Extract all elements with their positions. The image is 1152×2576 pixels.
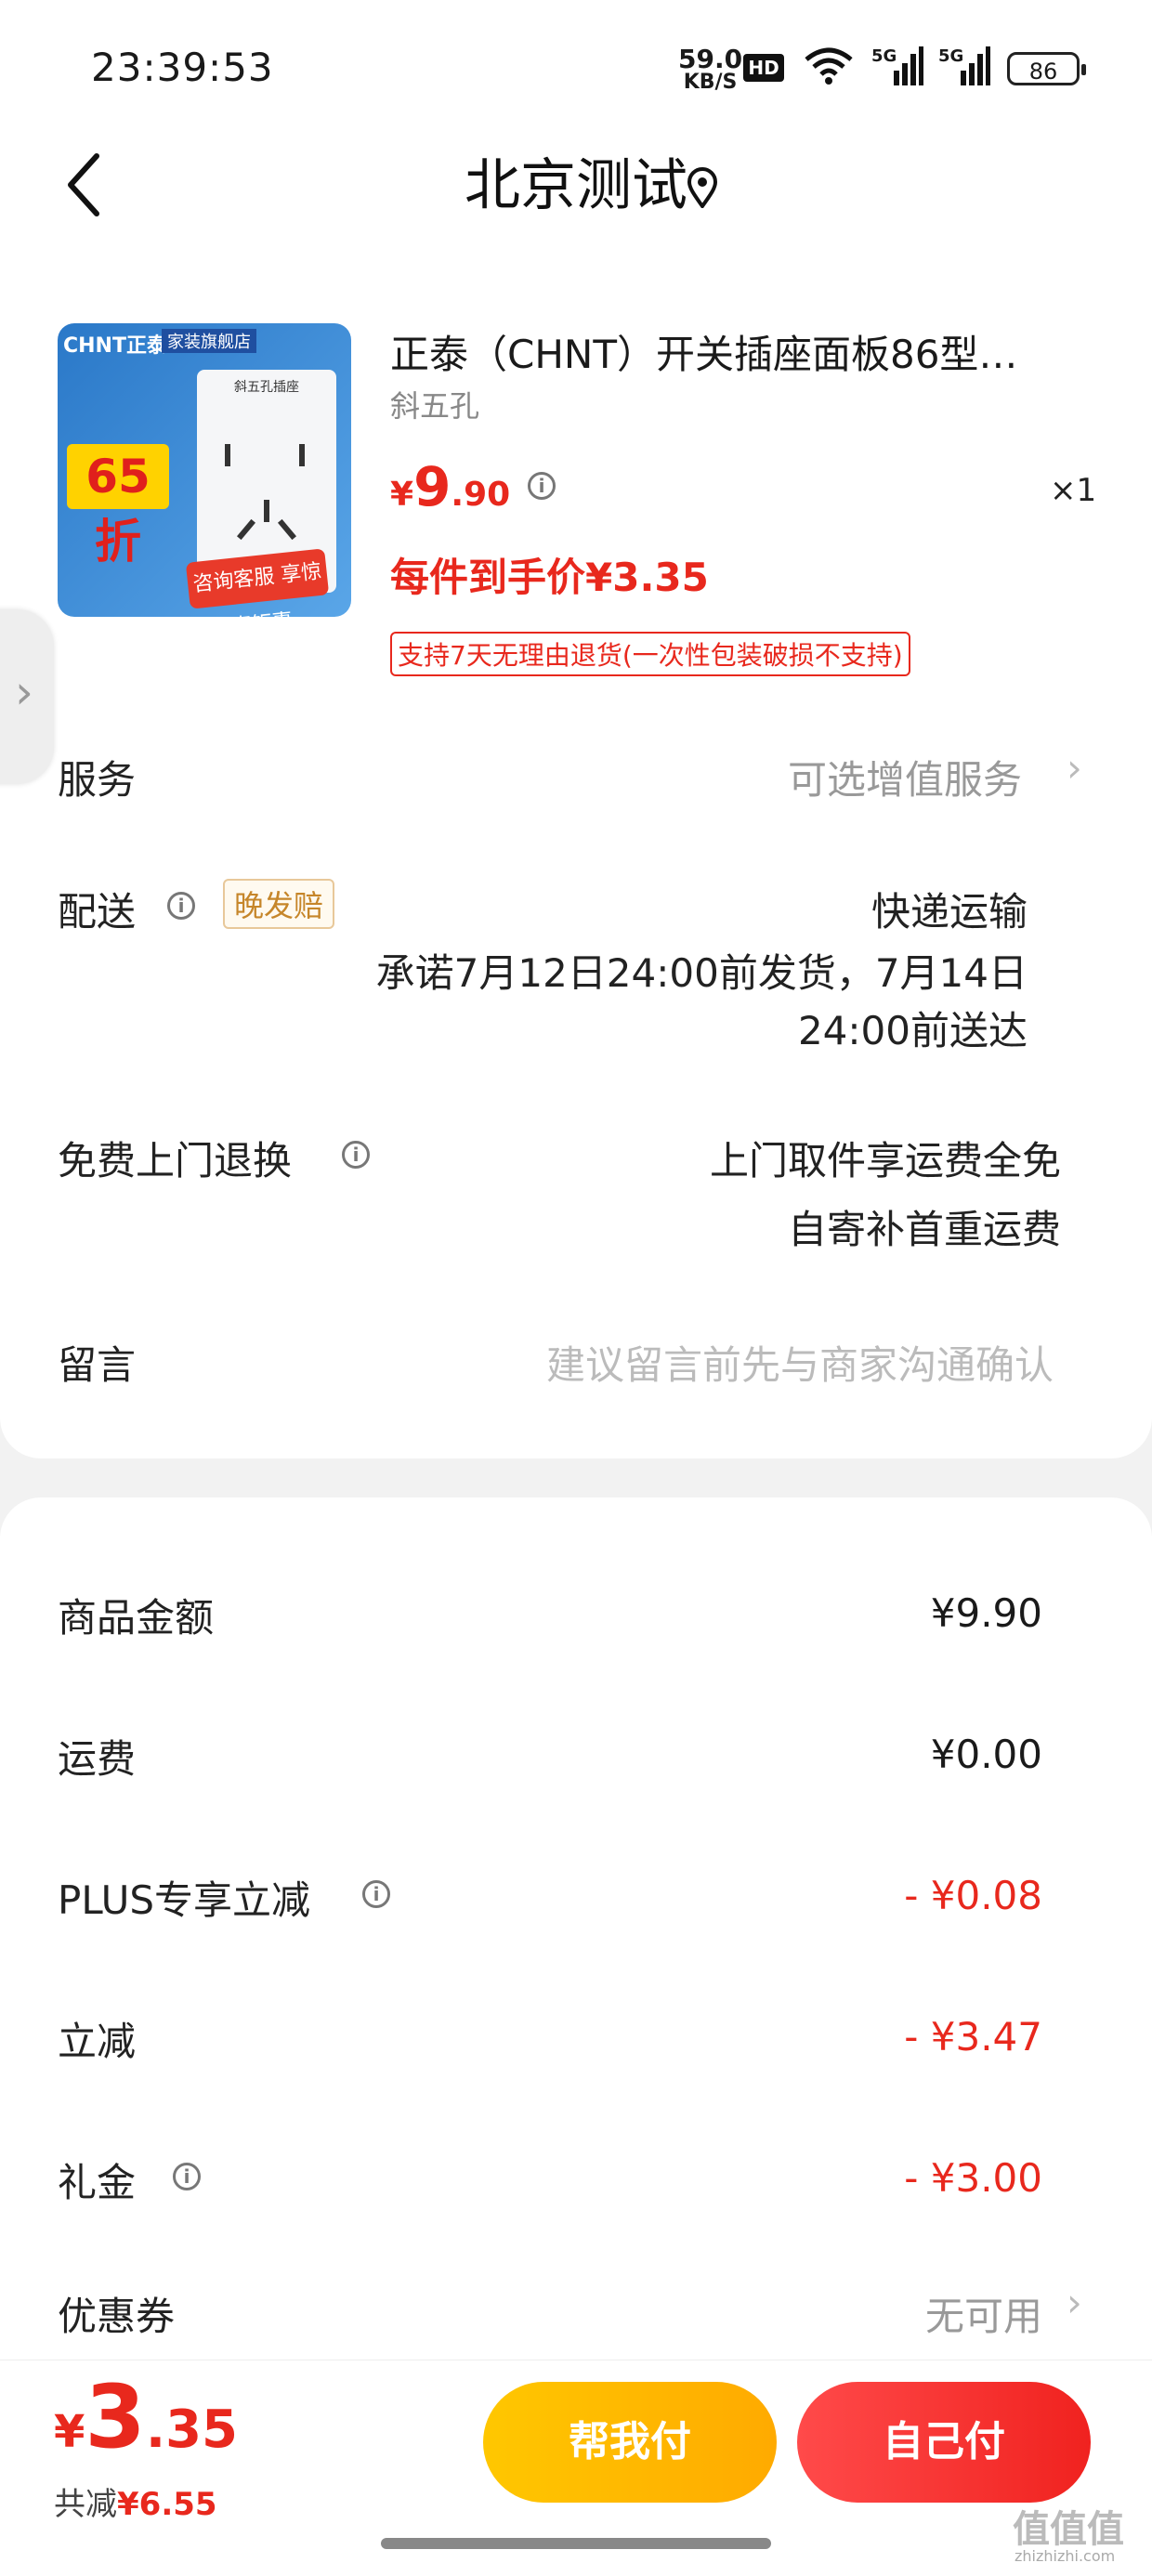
price-info-icon[interactable]: i bbox=[528, 472, 556, 500]
late-compensation-tag: 晚发赔 bbox=[223, 879, 335, 929]
price-currency: ¥ bbox=[390, 476, 414, 514]
summary-value-gift: - ¥3.00 bbox=[904, 2155, 1042, 2201]
total-saved: 共减¥6.55 bbox=[54, 2478, 217, 2524]
saved-label: 共减 bbox=[54, 2486, 117, 2523]
summary-value-goods: ¥9.90 bbox=[930, 1590, 1042, 1636]
delivery-label: 配送 bbox=[58, 889, 137, 935]
service-label: 服务 bbox=[58, 757, 137, 803]
summary-value-shipping: ¥0.00 bbox=[930, 1732, 1042, 1777]
free-return-line1: 上门取件享运费全免 bbox=[709, 1138, 1061, 1183]
discount-badge: 65折 bbox=[67, 444, 169, 569]
free-return-label: 免费上门退换 bbox=[58, 1138, 293, 1183]
coupon-chevron-icon[interactable]: › bbox=[1067, 2280, 1082, 2325]
service-value[interactable]: 可选增值服务 bbox=[788, 749, 1022, 805]
signal-label-2: 5G bbox=[938, 46, 964, 66]
coupon-value[interactable]: 无可用 bbox=[925, 2285, 1042, 2342]
service-chevron-icon[interactable]: › bbox=[1067, 745, 1082, 791]
summary-label-instant: 立减 bbox=[58, 2019, 137, 2064]
delivery-info-icon[interactable]: i bbox=[167, 892, 195, 920]
network-speed: 59.0 KB/S bbox=[678, 46, 742, 93]
home-indicator[interactable] bbox=[381, 2538, 771, 2549]
network-speed-value: 59.0 bbox=[678, 44, 743, 74]
gift-info-icon[interactable]: i bbox=[173, 2163, 201, 2190]
product-thumbnail[interactable]: CHNT正泰 家装旗舰店 斜五孔插座 65折 咨询客服 享惊喜钜惠 bbox=[58, 323, 351, 617]
total-integer: 3 bbox=[85, 2367, 146, 2468]
delivery-method[interactable]: 快递运输 bbox=[871, 881, 1028, 937]
message-input[interactable]: 建议留言前先与商家沟通确认 bbox=[546, 1334, 1054, 1391]
price-decimal: .90 bbox=[451, 476, 511, 514]
status-time: 23:39:53 bbox=[91, 45, 274, 90]
signal-icon-1: 5G bbox=[871, 46, 923, 89]
summary-label-gift: 礼金 bbox=[58, 2160, 137, 2205]
free-return-info-icon[interactable]: i bbox=[342, 1141, 370, 1169]
return-policy-tag: 支持7天无理由退货(一次性包装破损不支持) bbox=[390, 632, 910, 676]
product-price: ¥9.90 bbox=[390, 455, 510, 518]
watermark-logo: 值值值 bbox=[1013, 2508, 1124, 2551]
summary-label-plus: PLUS专享立减 bbox=[58, 1877, 311, 1923]
total-price: ¥3.35 bbox=[54, 2367, 238, 2468]
pay-myself-button[interactable]: 自己付 bbox=[797, 2382, 1091, 2503]
summary-label-shipping: 运费 bbox=[58, 1736, 137, 1782]
message-label: 留言 bbox=[58, 1342, 137, 1388]
thumb-store: 家装旗舰店 bbox=[162, 329, 256, 353]
saved-value: ¥6.55 bbox=[117, 2486, 217, 2523]
location-pin-icon[interactable] bbox=[686, 167, 719, 208]
delivery-promise-line2: 24:00前送达 bbox=[797, 1008, 1028, 1053]
product-spec: 斜五孔 bbox=[390, 388, 480, 424]
summary-label-goods: 商品金额 bbox=[58, 1595, 215, 1641]
thumb-caption: 斜五孔插座 bbox=[234, 380, 299, 395]
signal-label-1: 5G bbox=[871, 46, 897, 66]
summary-value-instant: - ¥3.47 bbox=[904, 2014, 1042, 2059]
total-currency: ¥ bbox=[54, 2406, 85, 2458]
plus-info-icon[interactable]: i bbox=[362, 1880, 390, 1908]
product-name[interactable]: 正泰（CHNT）开关插座面板86型… bbox=[390, 323, 1059, 380]
help-me-pay-button[interactable]: 帮我付 bbox=[483, 2382, 777, 2503]
coupon-label: 优惠券 bbox=[58, 2294, 176, 2339]
delivery-promise-line1: 承诺7月12日24:00前发货，7月14日 bbox=[375, 950, 1028, 996]
price-integer: 9 bbox=[413, 455, 452, 518]
summary-value-plus: - ¥0.08 bbox=[904, 1873, 1042, 1918]
watermark-url: zhizhizhi.com bbox=[1015, 2547, 1116, 2565]
wifi-icon bbox=[805, 47, 853, 85]
free-return-line2: 自寄补首重运费 bbox=[787, 1207, 1061, 1252]
chevron-right-icon: › bbox=[15, 665, 33, 719]
side-drawer-handle[interactable]: › bbox=[0, 609, 54, 784]
network-speed-unit: KB/S bbox=[683, 71, 738, 94]
signal-icon-2: 5G bbox=[938, 46, 990, 89]
page-title[interactable]: 北京测试 bbox=[0, 149, 1152, 223]
product-quantity: ×1 bbox=[1050, 472, 1097, 509]
total-decimal: .35 bbox=[145, 2399, 239, 2460]
battery-icon: 86 bbox=[1007, 52, 1086, 85]
thumb-brand: CHNT正泰 bbox=[63, 334, 167, 358]
hd-icon: HD bbox=[743, 54, 784, 82]
unit-price-label: 每件到手价¥3.35 bbox=[390, 555, 709, 600]
